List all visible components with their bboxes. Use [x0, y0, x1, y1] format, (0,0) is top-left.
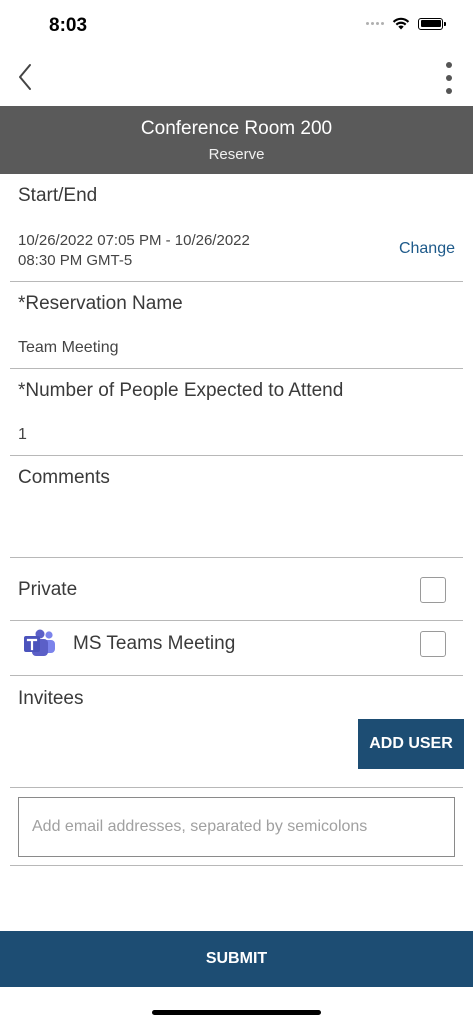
status-icons — [366, 17, 446, 30]
home-indicator — [152, 1010, 321, 1015]
invitee-email-input[interactable] — [18, 797, 455, 857]
start-end-value-line1: 10/26/2022 07:05 PM - 10/26/2022 — [18, 232, 250, 249]
start-end-label: Start/End — [18, 185, 98, 206]
invitees-label: Invitees — [18, 688, 84, 709]
ms-teams-checkbox[interactable] — [420, 631, 446, 657]
comments-field[interactable] — [18, 500, 455, 550]
divider — [10, 368, 463, 369]
reservation-name-field[interactable]: Team Meeting — [18, 338, 119, 358]
page-subtitle: Reserve — [208, 146, 265, 163]
private-label: Private — [18, 579, 78, 600]
page-title: Conference Room 200 — [140, 118, 333, 139]
status-time: 8:03 — [49, 15, 88, 36]
wifi-icon — [392, 17, 410, 30]
divider — [10, 455, 463, 456]
status-bar: 8:03 — [0, 0, 473, 52]
divider — [10, 620, 463, 621]
comments-label: Comments — [18, 467, 110, 488]
start-end-value: 10/26/2022 07:05 PM - 10/26/2022 08:30 P… — [18, 231, 250, 271]
back-button[interactable] — [14, 62, 38, 92]
private-checkbox[interactable] — [420, 577, 446, 603]
reservation-name-label: *Reservation Name — [18, 293, 183, 314]
divider — [10, 281, 463, 282]
attendees-field[interactable]: 1 — [18, 425, 27, 445]
more-vertical-icon — [446, 62, 452, 68]
battery-icon — [418, 17, 446, 30]
ms-teams-icon — [24, 629, 55, 656]
start-end-value-line2: 08:30 PM GMT-5 — [18, 252, 133, 269]
submit-button[interactable]: SUBMIT — [0, 931, 473, 987]
add-user-button[interactable]: ADD USER — [358, 719, 464, 769]
divider — [10, 787, 463, 788]
more-menu-button[interactable] — [443, 62, 455, 94]
page-header: Conference Room 200 Reserve — [0, 106, 473, 174]
nav-bar — [0, 52, 473, 106]
divider — [10, 557, 463, 558]
signal-icon — [366, 22, 384, 25]
chevron-left-icon — [19, 64, 31, 90]
divider — [10, 675, 463, 676]
attendees-label: *Number of People Expected to Attend — [18, 380, 344, 401]
change-datetime-link[interactable]: Change — [399, 240, 455, 258]
divider — [10, 865, 463, 866]
ms-teams-label: MS Teams Meeting — [73, 633, 236, 654]
